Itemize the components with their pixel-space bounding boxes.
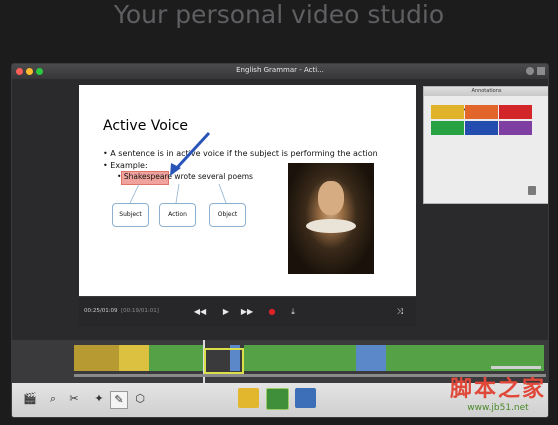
portrait-collar	[306, 219, 356, 233]
diagram-box-subject: Subject	[112, 203, 149, 227]
annotations-panel: Annotations T	[423, 86, 548, 204]
window-title: English Grammar - Acti...	[236, 66, 324, 74]
gear-icon[interactable]	[526, 67, 534, 75]
play-button[interactable]: ▶	[219, 305, 233, 318]
shakespeare-portrait	[288, 163, 374, 274]
cube-icon[interactable]: ⬡	[132, 391, 148, 407]
timeline-segment[interactable]	[149, 345, 204, 371]
selection-time: [00:19/01:01]	[121, 308, 159, 314]
trash-icon[interactable]	[528, 186, 536, 195]
magic-wand-icon[interactable]: ✦	[91, 391, 107, 407]
rewind-button[interactable]: ◀◀	[193, 305, 207, 318]
pen-icon[interactable]: ✎	[110, 391, 128, 409]
watermark-url: www.jb51.net	[467, 403, 529, 413]
split-mode-button[interactable]	[295, 388, 316, 408]
timeline-segment[interactable]	[244, 345, 356, 371]
fullscreen-icon[interactable]	[537, 67, 545, 75]
record-button[interactable]: ●	[265, 305, 279, 318]
page-headline: Your personal video studio	[113, 0, 445, 29]
annotations-title: Annotations	[424, 87, 548, 96]
presenter-mode-button[interactable]	[238, 388, 259, 408]
diagram-box-action: Action	[159, 203, 196, 227]
connector-subject	[129, 183, 140, 204]
color-swatch[interactable]	[499, 105, 532, 119]
slide-canvas[interactable]: Active Voice • A sentence is in active v…	[79, 85, 416, 296]
slides-mode-button[interactable]	[266, 388, 289, 410]
elapsed-time: 00:25/01:09	[84, 308, 118, 314]
timeline-segment[interactable]	[119, 345, 149, 371]
timeline-segment[interactable]	[356, 345, 386, 371]
color-swatch[interactable]	[431, 105, 464, 119]
color-swatch[interactable]	[465, 105, 498, 119]
selection-range[interactable]	[204, 348, 244, 374]
timeline-segment[interactable]	[74, 345, 119, 371]
watermark-brand: 脚本之家	[449, 377, 546, 402]
clapperboard-icon[interactable]: 🎬	[22, 391, 38, 407]
search-icon[interactable]: ⌕	[45, 391, 61, 407]
connector-object	[218, 183, 227, 204]
color-swatch[interactable]	[499, 121, 532, 135]
mute-button[interactable]: ⤨	[393, 305, 407, 318]
diagram-box-object: Object	[209, 203, 246, 227]
export-button[interactable]: ⤓	[286, 305, 300, 318]
title-bar: English Grammar - Acti...	[12, 64, 548, 79]
watermark: 脚本之家 www.jb51.net	[450, 371, 546, 413]
connector-action	[175, 183, 180, 204]
fast-forward-button[interactable]: ▶▶	[240, 305, 254, 318]
zoom-slider[interactable]	[491, 366, 541, 369]
color-swatch[interactable]	[465, 121, 498, 135]
playback-controls: 00:25/01:09 [00:19/01:01] ◀◀ ▶ ▶▶ ● ⤓ ⤨	[79, 296, 416, 327]
portrait-face	[318, 181, 344, 215]
color-swatch[interactable]	[431, 121, 464, 135]
timeline-segment[interactable]	[386, 345, 478, 371]
app-window: English Grammar - Acti... Active Voice •…	[11, 63, 549, 418]
arrow-annotation[interactable]	[172, 131, 211, 173]
scissors-icon[interactable]: ✂	[66, 391, 82, 407]
